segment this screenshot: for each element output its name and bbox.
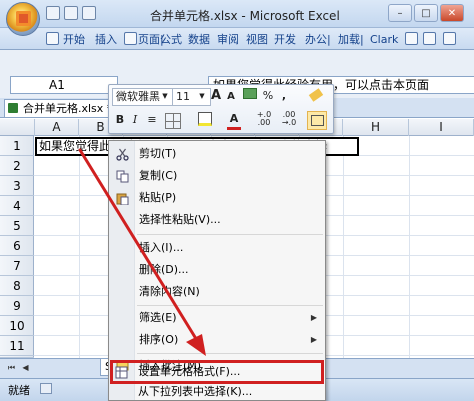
menu-item-paste[interactable]: 粘贴(P): [109, 187, 325, 209]
merge-cells-icon[interactable]: [307, 111, 327, 130]
menu-label-pick-from-list: 从下拉列表中选择(K)...: [138, 385, 253, 398]
row-header-8[interactable]: 8: [0, 276, 34, 296]
percent-button[interactable]: %: [262, 88, 274, 104]
ribbon-icon-3[interactable]: [443, 32, 456, 45]
row-header-6[interactable]: 6: [0, 236, 34, 256]
tab-icon-page: [124, 32, 137, 45]
first-sheet-icon[interactable]: ⏮: [6, 362, 17, 373]
submenu-arrow-icon: ▶: [310, 335, 317, 344]
font-size-dropdown-icon[interactable]: ▼: [198, 88, 206, 104]
tab-data[interactable]: 数据: [188, 31, 210, 48]
row-header-3[interactable]: 3: [0, 176, 34, 196]
menu-item-delete[interactable]: 删除(D)...: [109, 259, 325, 281]
redo-icon[interactable]: [82, 6, 96, 20]
borders-icon[interactable]: [165, 113, 181, 129]
workbook-tab[interactable]: 合并单元格.xlsx *: [4, 99, 112, 117]
menu-item-pick-from-list[interactable]: 从下拉列表中选择(K)...: [108, 383, 324, 401]
comma-button[interactable]: ,: [279, 88, 289, 104]
status-text: 就绪: [8, 384, 30, 397]
minimize-button[interactable]: –: [388, 4, 412, 22]
tab-insert[interactable]: 插入: [95, 31, 117, 48]
bold-button[interactable]: B: [113, 112, 127, 128]
office-button[interactable]: [6, 2, 40, 36]
menu-item-cut[interactable]: 剪切(T): [109, 143, 325, 165]
menu-item-paste-special[interactable]: 选择性粘贴(V)...: [109, 209, 325, 231]
menu-label-copy: 复制(C): [139, 169, 178, 182]
fill-color-icon[interactable]: [197, 112, 213, 128]
menu-label-paste: 粘贴(P): [139, 191, 177, 204]
format-cells-icon: [115, 365, 128, 379]
font-color-button[interactable]: A: [227, 111, 241, 130]
name-box[interactable]: A1: [10, 76, 118, 94]
maximize-button[interactable]: □: [414, 4, 438, 22]
row-header-5[interactable]: 5: [0, 216, 34, 236]
menu-separator: [137, 353, 323, 354]
tab-icon-home: [46, 32, 59, 45]
tab-clark[interactable]: Clark: [370, 31, 398, 48]
tab-addins[interactable]: 加载|: [338, 31, 364, 48]
increase-decimal-button[interactable]: +.0.00: [253, 111, 275, 127]
decrease-decimal-sub: →.0: [281, 118, 297, 127]
menu-label-filter: 筛选(E): [139, 311, 177, 324]
accounting-format-icon[interactable]: [241, 88, 259, 104]
paste-icon: [116, 191, 129, 206]
menu-item-format-cells[interactable]: 设置单元格格式(F)...: [108, 361, 324, 383]
menu-item-filter[interactable]: 筛选(E) ▶: [109, 307, 325, 329]
window-title: 合并单元格.xlsx - Microsoft Excel: [150, 9, 340, 23]
macro-record-icon[interactable]: [40, 383, 52, 394]
font-name-dropdown-icon[interactable]: ▼: [161, 88, 169, 104]
copy-icon: [116, 169, 129, 183]
menu-separator: [137, 234, 323, 235]
mini-toolbar: 微软雅黑 ▼ 11 ▼ A A % , B I ≡ A +.0.00 .00 →.…: [108, 84, 334, 134]
tab-review[interactable]: 审阅: [217, 31, 239, 48]
row-header-4[interactable]: 4: [0, 196, 34, 216]
menu-item-sort[interactable]: 排序(O) ▶: [109, 329, 325, 351]
tab-view[interactable]: 视图: [246, 31, 268, 48]
row-header-11[interactable]: 11: [0, 336, 34, 356]
prev-sheet-icon[interactable]: ◀: [20, 362, 31, 373]
excel-file-icon: [8, 103, 18, 113]
shrink-font-button[interactable]: A: [225, 89, 237, 105]
grow-font-button[interactable]: A: [209, 88, 223, 104]
column-header-a[interactable]: A: [35, 119, 79, 136]
menu-label-paste-special: 选择性粘贴(V)...: [139, 213, 221, 226]
menu-label-cut: 剪切(T): [139, 147, 177, 160]
submenu-arrow-icon: ▶: [310, 313, 317, 322]
menu-label-sort: 排序(O): [139, 333, 179, 346]
tab-developer[interactable]: 开发: [274, 31, 296, 48]
menu-label-format-cells: 设置单元格格式(F)...: [138, 365, 241, 378]
column-header-h[interactable]: H: [343, 119, 409, 136]
tab-home[interactable]: 开始: [63, 31, 85, 48]
office-logo-icon: [16, 11, 31, 26]
ribbon-icon-1[interactable]: [405, 32, 418, 45]
menu-item-insert[interactable]: 插入(I)...: [109, 237, 325, 259]
menu-item-copy[interactable]: 复制(C): [109, 165, 325, 187]
menu-label-delete: 删除(D)...: [139, 263, 189, 276]
row-header-9[interactable]: 9: [0, 296, 34, 316]
row-header-10[interactable]: 10: [0, 316, 34, 336]
format-painter-icon[interactable]: [307, 88, 325, 104]
row-header-7[interactable]: 7: [0, 256, 34, 276]
tab-formulas[interactable]: 公式: [160, 31, 182, 48]
menu-separator: [137, 305, 323, 306]
menu-label-insert: 插入(I)...: [139, 241, 184, 254]
menu-label-clear-contents: 清除内容(N): [139, 285, 200, 298]
decrease-decimal-button[interactable]: .00 →.0: [277, 111, 301, 127]
undo-icon[interactable]: [64, 6, 78, 20]
row-header-1[interactable]: 1: [0, 136, 34, 156]
row-header-2[interactable]: 2: [0, 156, 34, 176]
scissors-icon: [116, 147, 129, 161]
menu-item-clear-contents[interactable]: 清除内容(N): [109, 281, 325, 303]
save-icon[interactable]: [46, 6, 60, 20]
tab-office[interactable]: 办公|: [305, 31, 331, 48]
increase-decimal-sub: .00: [257, 118, 271, 127]
italic-button[interactable]: I: [129, 112, 141, 128]
column-header-i[interactable]: I: [409, 119, 474, 136]
ribbon-icon-2[interactable]: [423, 32, 436, 45]
align-center-button[interactable]: ≡: [145, 112, 159, 128]
close-button[interactable]: ✕: [440, 4, 464, 22]
